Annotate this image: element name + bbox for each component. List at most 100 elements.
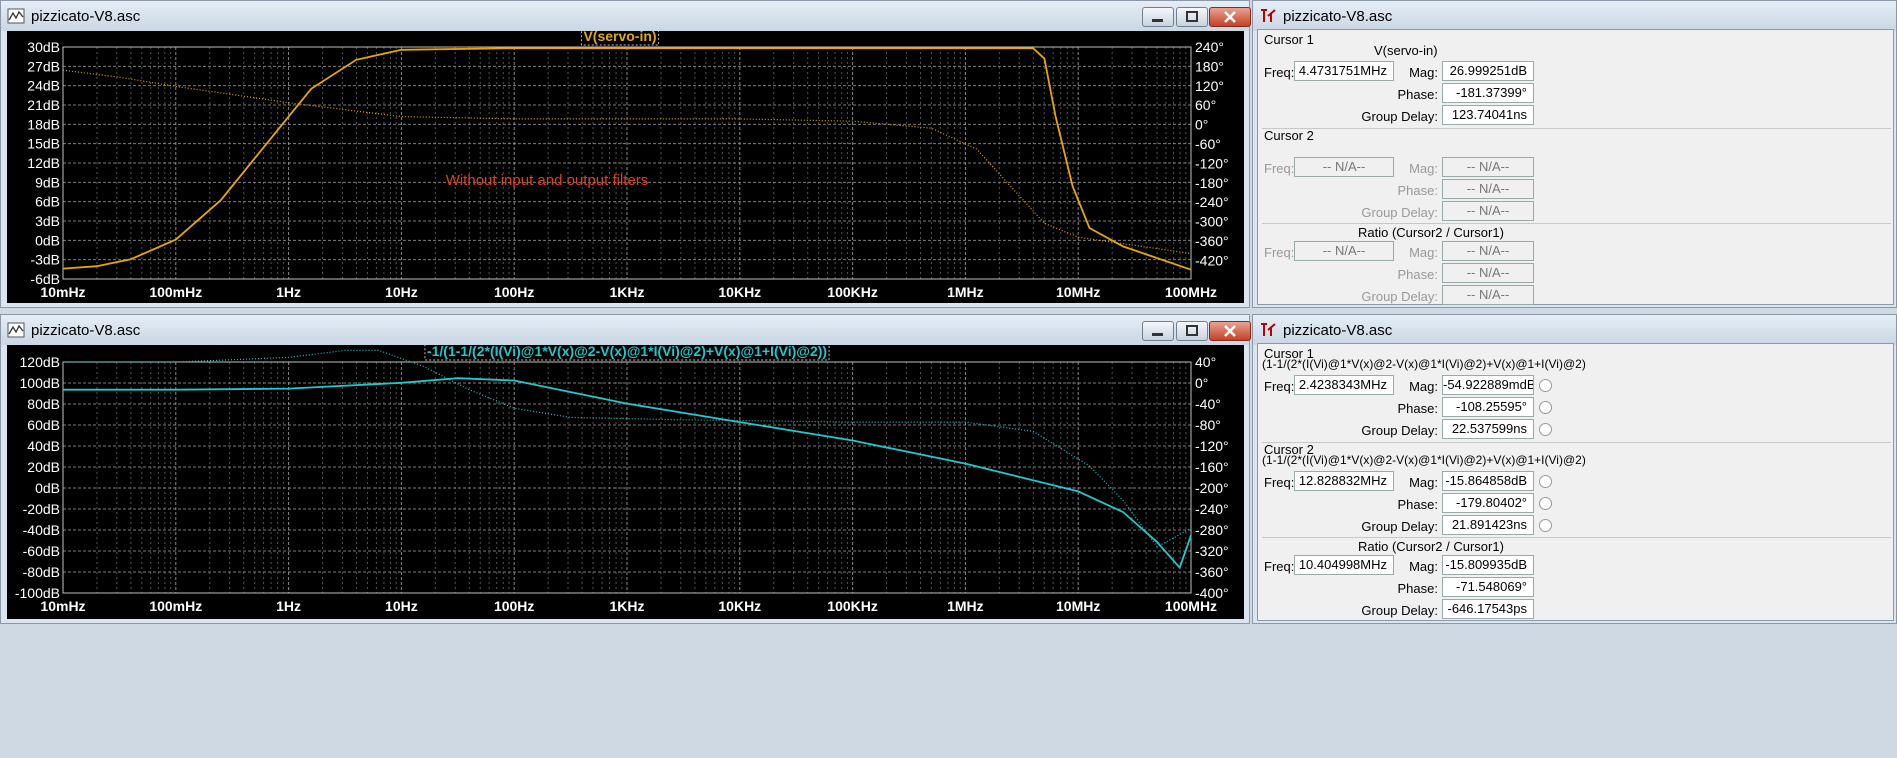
cursor1-phase-radio[interactable] bbox=[1539, 401, 1552, 414]
cursor2-phase-field[interactable]: -179.80402° bbox=[1442, 493, 1534, 513]
group-delay-label: Group Delay: bbox=[1361, 519, 1438, 534]
cursor1-group-delay-radio[interactable] bbox=[1539, 423, 1552, 436]
top-plot-window[interactable]: pizzicato-V8.asc 30dB 27dB 24dB 21dB 18dB 15d… bbox=[0, 0, 1251, 308]
top-cursor-titlebar[interactable]: pizzicato-V8.asc bbox=[1253, 1, 1896, 31]
y-tick-label-left: 6dB bbox=[35, 194, 60, 210]
top-plot-area[interactable]: 30dB 27dB 24dB 21dB 18dB 15dB 12dB 9dB 6dB 3dB 0dB… bbox=[7, 31, 1244, 303]
y-tick-label-left: 3dB bbox=[35, 213, 60, 229]
y-tick-label-right: -300° bbox=[1195, 214, 1229, 230]
minimize-button[interactable] bbox=[1142, 7, 1174, 27]
minimize-button[interactable] bbox=[1142, 321, 1174, 341]
cursor1-freq-field[interactable]: 4.4731751MHz bbox=[1294, 61, 1394, 81]
y-tick-label-right: -120° bbox=[1195, 155, 1229, 171]
cursor1-trace-name: (1-1/(2*(I(Vi)@1*V(x)@2-V(x)@1*I(Vi)@2)+… bbox=[1262, 357, 1586, 371]
y-tick-label-left: 60dB bbox=[27, 417, 60, 433]
freq-label: Freq: bbox=[1264, 559, 1295, 574]
y-tick-label-left: 0dB bbox=[35, 232, 60, 248]
x-tick-label: 100KHz bbox=[827, 284, 878, 300]
y-tick-label-left: 40dB bbox=[27, 438, 60, 454]
group-delay-label: Group Delay: bbox=[1361, 423, 1438, 438]
cursor2-freq-field: -- N/A-- bbox=[1294, 157, 1394, 177]
y-tick-label-left: 27dB bbox=[27, 58, 60, 74]
y-tick-label-left: 120dB bbox=[20, 354, 60, 370]
bottom-cursor-titlebar[interactable]: pizzicato-V8.asc bbox=[1253, 315, 1896, 345]
trace-label[interactable]: V(servo-in) bbox=[583, 31, 656, 44]
freq-label: Freq: bbox=[1264, 245, 1295, 260]
close-button[interactable] bbox=[1209, 7, 1251, 27]
x-tick-label: 10mHz bbox=[40, 598, 85, 614]
top-plot-title: pizzicato-V8.asc bbox=[31, 8, 141, 25]
y-tick-label-left: 24dB bbox=[27, 78, 60, 94]
cursor1-phase-field[interactable]: -181.37399° bbox=[1442, 83, 1534, 103]
y-tick-label-left: -3dB bbox=[30, 252, 60, 268]
x-tick-label: 10MHz bbox=[1056, 598, 1100, 614]
y-tick-label-left: 18dB bbox=[27, 116, 60, 132]
y-tick-label-right: 40° bbox=[1195, 354, 1216, 370]
x-tick-label: 10Hz bbox=[385, 598, 418, 614]
cursor1-mag-radio[interactable] bbox=[1539, 379, 1552, 392]
maximize-button[interactable] bbox=[1176, 321, 1208, 341]
x-tick-label: 100Hz bbox=[494, 284, 534, 300]
cursor2-heading: Cursor 2 bbox=[1264, 128, 1314, 143]
divider bbox=[1262, 128, 1891, 129]
x-tick-label: 100MHz bbox=[1165, 284, 1217, 300]
y-tick-label-left: -40dB bbox=[23, 522, 60, 538]
phase-label: Phase: bbox=[1397, 497, 1438, 512]
cursor2-mag-radio[interactable] bbox=[1539, 475, 1552, 488]
top-cursor-title: pizzicato-V8.asc bbox=[1283, 8, 1393, 25]
y-tick-label-left: -20dB bbox=[23, 501, 60, 517]
maximize-icon bbox=[1186, 11, 1198, 22]
close-icon bbox=[1224, 325, 1236, 337]
cursor1-group-delay-field[interactable]: 22.537599ns bbox=[1442, 419, 1534, 439]
cursor1-group-delay-field[interactable]: 123.74041ns bbox=[1442, 105, 1534, 125]
ratio-group-delay-field[interactable]: -646.17543ps bbox=[1442, 599, 1534, 619]
maximize-button[interactable] bbox=[1176, 7, 1208, 27]
ratio-phase-field[interactable]: -71.548069° bbox=[1442, 577, 1534, 597]
y-tick-label-right: 0° bbox=[1195, 117, 1208, 133]
mag-label: Mag: bbox=[1409, 245, 1438, 260]
group-delay-label: Group Delay: bbox=[1361, 603, 1438, 618]
top-plot-titlebar[interactable]: pizzicato-V8.asc bbox=[1, 1, 1251, 31]
cursor2-group-delay-field[interactable]: 21.891423ns bbox=[1442, 515, 1534, 535]
y-tick-label-right: -120° bbox=[1195, 438, 1229, 454]
x-tick-label: 10MHz bbox=[1056, 284, 1100, 300]
y-tick-label-right: 0° bbox=[1195, 375, 1208, 391]
bottom-plot-area[interactable]: 120dB 100dB 80dB 60dB 40dB 20dB 0dB -20dB -40dB -… bbox=[7, 345, 1244, 619]
ratio-freq-field[interactable]: 10.404998MHz bbox=[1294, 555, 1394, 575]
bottom-bode-plot[interactable]: 120dB 100dB 80dB 60dB 40dB 20dB 0dB -20dB -40dB -… bbox=[7, 345, 1244, 619]
ratio-mag-field[interactable]: -15.809935dB bbox=[1442, 555, 1534, 575]
x-tick-label: 1KHz bbox=[609, 284, 644, 300]
y-tick-label-right: -160° bbox=[1195, 459, 1229, 475]
cursor2-mag-field[interactable]: -15.864858dB bbox=[1442, 471, 1534, 491]
cursor1-mag-field[interactable]: -54.922889mdB bbox=[1442, 375, 1534, 395]
cursor1-phase-field[interactable]: -108.25595° bbox=[1442, 397, 1534, 417]
close-button[interactable] bbox=[1209, 321, 1251, 341]
cursor2-group-delay-radio[interactable] bbox=[1539, 519, 1552, 532]
cursor1-freq-field[interactable]: 2.4238343MHz bbox=[1294, 375, 1394, 395]
y-tick-label-right: -360° bbox=[1195, 564, 1229, 580]
cursor1-mag-field[interactable]: 26.999251dB bbox=[1442, 61, 1534, 81]
divider bbox=[1262, 223, 1891, 224]
mag-label: Mag: bbox=[1409, 379, 1438, 394]
bottom-cursor-window[interactable]: pizzicato-V8.asc Cursor 1 (1-1/(2*(I(Vi)… bbox=[1252, 314, 1897, 624]
y-tick-label-left: -80dB bbox=[23, 564, 60, 580]
top-bode-plot[interactable]: 30dB 27dB 24dB 21dB 18dB 15dB 12dB 9dB 6dB 3dB 0dB… bbox=[7, 31, 1244, 303]
top-cursor-panel: Cursor 1 V(servo-in) Freq: 4.4731751MHz … bbox=[1257, 29, 1894, 305]
cursor2-freq-field[interactable]: 12.828832MHz bbox=[1294, 471, 1394, 491]
cursor2-phase-radio[interactable] bbox=[1539, 497, 1552, 510]
bottom-plot-title: pizzicato-V8.asc bbox=[31, 322, 141, 339]
ltspice-logo-icon bbox=[1261, 9, 1276, 22]
y-tick-label-left: -60dB bbox=[23, 543, 60, 559]
bottom-plot-titlebar[interactable]: pizzicato-V8.asc bbox=[1, 315, 1251, 345]
y-tick-label-left: 100dB bbox=[20, 375, 60, 391]
y-tick-label-left: 9dB bbox=[35, 174, 60, 190]
trace-label[interactable]: -1/(1-1/(2*(I(Vi)@1*V(x)@2-V(x)@1*I(Vi)@… bbox=[427, 345, 827, 359]
y-tick-label-left: 20dB bbox=[27, 459, 60, 475]
y-tick-label-right: -40° bbox=[1195, 396, 1221, 412]
top-cursor-window[interactable]: pizzicato-V8.asc Cursor 1 V(servo-in) Fr… bbox=[1252, 0, 1897, 308]
minimize-icon bbox=[1152, 19, 1163, 22]
mag-label: Mag: bbox=[1409, 161, 1438, 176]
plot-annotation: Without input and output filters bbox=[446, 172, 649, 189]
bottom-plot-window[interactable]: pizzicato-V8.asc 120dB 100dB 80dB 60dB 40dB 2… bbox=[0, 314, 1251, 624]
y-tick-label-right: -240° bbox=[1195, 501, 1229, 517]
